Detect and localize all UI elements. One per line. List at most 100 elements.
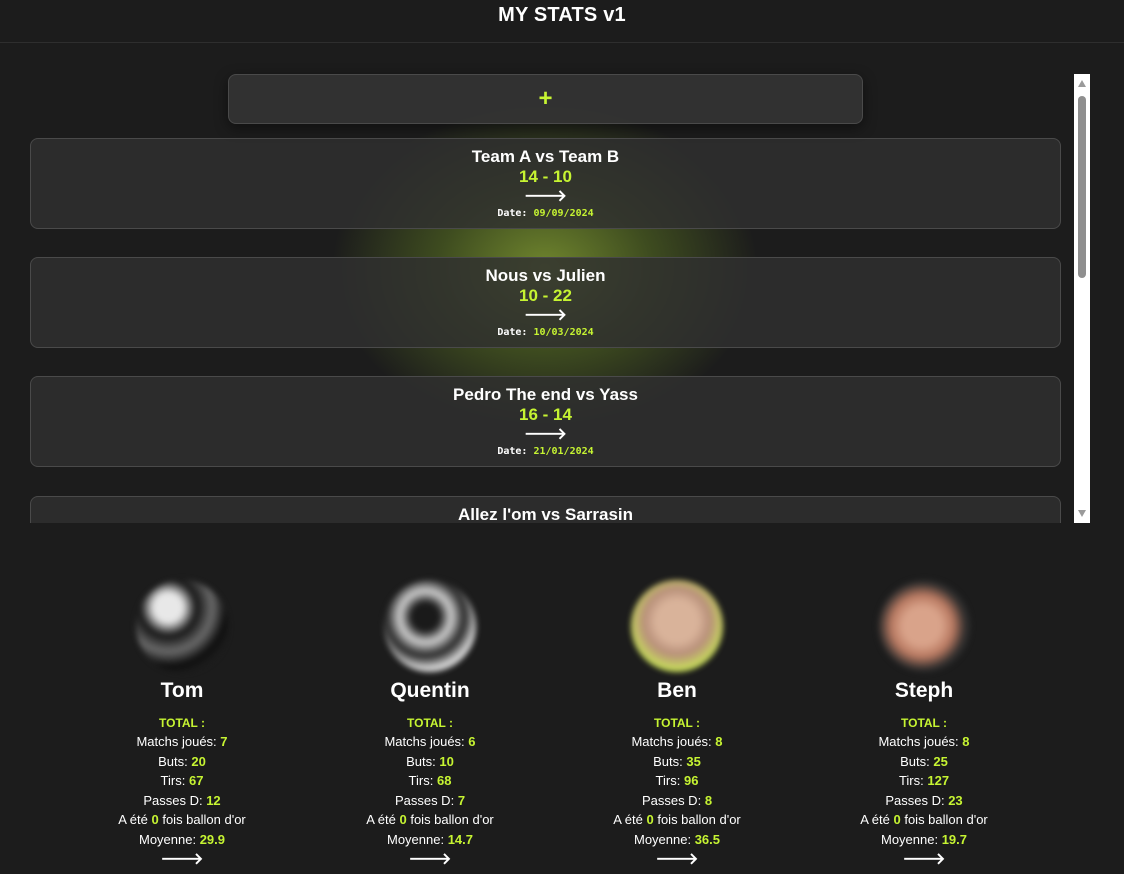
match-score: 16 - 14	[519, 405, 572, 424]
stat-label: Moyenne:	[633, 831, 692, 847]
match-list[interactable]: + Team A vs Team B 14 - 10 🡒 Date: 09/09…	[0, 43, 1074, 523]
arrow-right-icon[interactable]: 🡒	[553, 850, 801, 870]
match-card[interactable]: Pedro The end vs Yass 16 - 14 🡒 Date: 21…	[30, 376, 1061, 467]
date-label: Date:	[497, 446, 528, 457]
stat-value: 0	[399, 812, 407, 827]
player-name: Steph	[894, 679, 954, 702]
stat-label: A été	[613, 812, 643, 827]
stat-value: 29.9	[199, 831, 226, 847]
page-title: MY STATS v1	[498, 3, 626, 26]
stat-label: Moyenne:	[138, 831, 197, 847]
stat-label: A été	[118, 812, 148, 827]
player-card: Quentin TOTAL : Matchs joués: 6 Buts: 10…	[306, 578, 554, 870]
match-card[interactable]: Nous vs Julien 10 - 22 🡒 Date: 10/03/202…	[30, 257, 1061, 348]
match-date: Date: 09/09/2024	[31, 207, 1060, 221]
stat-value: 6	[468, 734, 476, 749]
stat-value: 0	[893, 812, 901, 827]
match-card[interactable]: Allez l'om vs Sarrasin	[30, 496, 1061, 523]
total-label: TOTAL :	[159, 716, 205, 730]
stat-label: A été	[366, 812, 396, 827]
stat-label: Passes D:	[143, 792, 203, 808]
stat-label: Passes D:	[394, 792, 455, 808]
arrow-right-icon[interactable]: 🡒	[31, 187, 1060, 207]
stat-value: 8	[962, 734, 970, 749]
stat-tirs: Tirs: 68	[306, 771, 554, 791]
scrollbar-thumb[interactable]	[1078, 96, 1086, 278]
player-name: Ben	[657, 679, 697, 702]
stat-matchs: Matchs joués: 6	[306, 732, 554, 752]
stat-value: 8	[715, 734, 723, 749]
arrow-right-icon[interactable]: 🡒	[58, 850, 306, 870]
stat-ballon-dor: A été 0 fois ballon d'or	[800, 810, 1048, 830]
match-card[interactable]: Team A vs Team B 14 - 10 🡒 Date: 09/09/2…	[30, 138, 1061, 229]
stat-label: fois ballon d'or	[162, 812, 246, 827]
stat-buts: Buts: 20	[58, 752, 306, 772]
match-date: Date: 21/01/2024	[31, 445, 1060, 459]
stat-tirs: Tirs: 127	[800, 771, 1048, 791]
stat-buts: Buts: 10	[306, 752, 554, 772]
stat-matchs: Matchs joués: 8	[800, 732, 1048, 752]
arrow-right-icon[interactable]: 🡒	[31, 306, 1060, 326]
stat-value: 36.5	[694, 831, 721, 847]
stat-label: Moyenne:	[880, 831, 939, 847]
stat-label: Matchs joués:	[631, 734, 712, 749]
arrow-right-icon[interactable]: 🡒	[31, 425, 1060, 445]
total-label: TOTAL :	[407, 716, 453, 730]
match-title: Team A vs Team B	[471, 147, 620, 166]
stat-label: Passes D:	[885, 792, 945, 808]
stat-label: Matchs joués:	[878, 734, 959, 749]
stat-value: 20	[191, 753, 206, 769]
stat-value: 67	[188, 773, 204, 788]
stat-buts: Buts: 35	[553, 752, 801, 772]
match-title: Allez l'om vs Sarrasin	[457, 505, 634, 523]
stat-label: Passes D:	[641, 792, 702, 808]
stat-passes: Passes D: 23	[800, 791, 1048, 811]
stat-passes: Passes D: 7	[306, 791, 554, 811]
stat-value: 12	[206, 792, 221, 808]
scroll-up-icon[interactable]	[1078, 80, 1086, 87]
match-score: 10 - 22	[519, 286, 572, 305]
total-label: TOTAL :	[654, 716, 700, 730]
stat-moyenne: Moyenne: 14.7	[306, 830, 554, 850]
stat-value: 8	[704, 792, 713, 808]
stat-ballon-dor: A été 0 fois ballon d'or	[553, 810, 801, 830]
stat-label: Tirs:	[655, 773, 681, 788]
avatar	[136, 580, 228, 672]
app-header: MY STATS v1	[0, 0, 1124, 43]
stat-label: Tirs:	[898, 773, 924, 788]
stat-passes: Passes D: 12	[58, 791, 306, 811]
stat-label: Tirs:	[408, 773, 434, 788]
stat-label: Tirs:	[160, 773, 186, 788]
arrow-right-icon[interactable]: 🡒	[306, 850, 554, 870]
player-card: Ben TOTAL : Matchs joués: 8 Buts: 35 Tir…	[553, 578, 801, 870]
players-section: Tom TOTAL : Matchs joués: 7 Buts: 20 Tir…	[58, 578, 1050, 874]
add-match-button[interactable]: +	[228, 74, 863, 124]
stat-label: Buts:	[900, 753, 930, 769]
stat-label: Buts:	[406, 753, 436, 769]
stat-moyenne: Moyenne: 36.5	[553, 830, 801, 850]
avatar	[878, 580, 970, 672]
stat-value: 25	[933, 753, 948, 769]
stat-matchs: Matchs joués: 8	[553, 732, 801, 752]
player-name: Quentin	[390, 679, 470, 702]
match-title: Nous vs Julien	[485, 266, 606, 285]
stat-label: Buts:	[158, 753, 188, 769]
stat-value: 7	[220, 734, 228, 749]
stat-buts: Buts: 25	[800, 752, 1048, 772]
total-label: TOTAL :	[901, 716, 947, 730]
stat-label: fois ballon d'or	[657, 812, 741, 827]
stat-label: Moyenne:	[386, 831, 445, 847]
stat-value: 10	[439, 753, 454, 769]
scrollbar[interactable]	[1074, 74, 1090, 523]
stat-moyenne: Moyenne: 29.9	[58, 830, 306, 850]
stat-tirs: Tirs: 96	[553, 771, 801, 791]
plus-icon: +	[538, 85, 553, 112]
arrow-right-icon[interactable]: 🡒	[800, 850, 1048, 870]
stat-label: fois ballon d'or	[904, 812, 988, 827]
stat-matchs: Matchs joués: 7	[58, 732, 306, 752]
date-value: 21/01/2024	[533, 446, 594, 457]
stat-value: 127	[927, 773, 950, 788]
stat-ballon-dor: A été 0 fois ballon d'or	[58, 810, 306, 830]
scroll-down-icon[interactable]	[1078, 510, 1086, 517]
date-label: Date:	[497, 327, 528, 338]
